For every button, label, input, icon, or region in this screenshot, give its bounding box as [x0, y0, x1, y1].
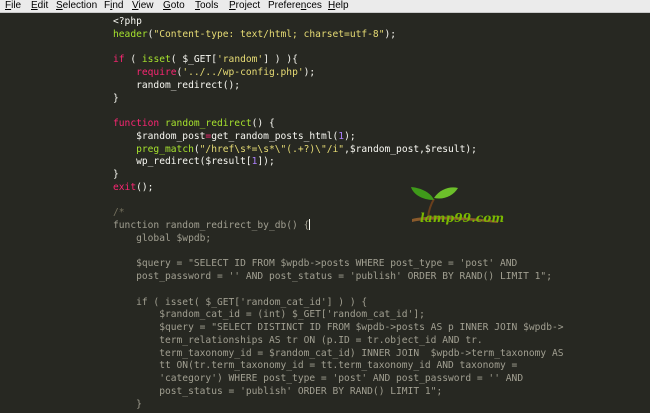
- code-token: ( $_GET[: [170, 54, 217, 66]
- code-token: );: [303, 67, 316, 78]
- code-line: <?php: [113, 15, 142, 28]
- code-token: isset: [141, 54, 171, 66]
- code-line: /*: [113, 206, 125, 219]
- code-token: 'random': [217, 54, 264, 66]
- code-token: term_relationships AS tr ON (p.ID = tr.o…: [113, 334, 483, 346]
- code-token: exit: [113, 181, 137, 193]
- code-token: () {: [251, 118, 275, 129]
- menu-help[interactable]: Help: [328, 0, 349, 12]
- menu-preferences[interactable]: Preferences: [268, 0, 322, 12]
- code-line: global $wpdb;: [113, 232, 211, 245]
- code-token: if ( isset( $_GET['random_cat_id'] ) ) {: [113, 296, 368, 308]
- code-token: post_status = 'publish' ORDER BY RAND() …: [113, 385, 443, 397]
- code-token: post_password = '' AND post_status = 'pu…: [113, 271, 552, 282]
- code-token: $query = "SELECT ID FROM $wpdb->posts WH…: [113, 258, 518, 270]
- menu-goto[interactable]: Goto: [163, 0, 185, 12]
- code-line: exit();: [113, 181, 153, 194]
- code-token: preg_match: [136, 143, 194, 155]
- code-token: );: [344, 130, 356, 142]
- code-token: if: [113, 54, 125, 66]
- code-line: $random_cat_id = (int) $_GET['random_cat…: [113, 308, 425, 321]
- code-token: ]);: [257, 156, 275, 168]
- code-token: get_random_posts_html(: [211, 130, 339, 142]
- menu-project[interactable]: Project: [229, 0, 260, 12]
- lamp99-watermark-logo: lamp99.com: [398, 185, 518, 241]
- text-cursor: [309, 219, 311, 230]
- code-token: tt ON(tr.term_taxonomy_id = tt.term_taxo…: [113, 360, 518, 372]
- code-token: global $wpdb;: [113, 232, 212, 244]
- code-token: function random_redirect_by_db() {: [113, 220, 310, 231]
- code-token: random_redirect: [165, 118, 252, 129]
- code-token: "Content-type: text/html; charset=utf-8": [153, 28, 385, 40]
- code-token: 'category') WHERE post_type = 'post' AND…: [113, 373, 524, 384]
- code-token: }: [113, 398, 142, 410]
- code-line: post_password = '' AND post_status = 'pu…: [113, 270, 552, 283]
- code-line: $random_post=get_random_posts_html(1);: [113, 130, 356, 143]
- menu-find[interactable]: Find: [104, 0, 123, 12]
- code-line: $query = "SELECT ID FROM $wpdb->posts WH…: [113, 257, 517, 270]
- code-line: header("Content-type: text/html; charset…: [113, 28, 396, 41]
- code-editor[interactable]: <?php header("Content-type: text/html; ch…: [0, 13, 650, 413]
- code-token: header: [113, 28, 148, 40]
- menu-selection[interactable]: Selection: [56, 0, 97, 12]
- code-token: ] ) ){: [263, 54, 298, 66]
- code-line: 'category') WHERE post_type = 'post' AND…: [113, 372, 523, 385]
- code-line: if ( isset( $_GET['random_cat_id'] ) ) {: [113, 296, 367, 309]
- code-token: require: [136, 67, 177, 78]
- code-token: }: [113, 169, 119, 180]
- code-line: post_status = 'publish' ORDER BY RAND() …: [113, 385, 442, 398]
- code-line: require('../../wp-config.php');: [113, 66, 315, 79]
- code-token: $random_post: [113, 130, 206, 142]
- code-line: }: [113, 398, 142, 411]
- code-line: function random_redirect() {: [113, 117, 275, 130]
- code-token: );: [384, 28, 397, 40]
- code-token: '../../wp-config.php': [182, 67, 304, 78]
- code-line: }: [113, 168, 119, 181]
- menu-edit[interactable]: Edit: [31, 0, 48, 12]
- code-token: function: [113, 118, 160, 129]
- code-token: $query = "SELECT DISTINCT ID FROM $wpdb-…: [113, 322, 564, 333]
- code-line: preg_match("/href\s*=\s*\"(.+?)\"/i",$ra…: [113, 143, 477, 156]
- code-line: if ( isset( $_GET['random'] ) ){: [113, 53, 298, 66]
- menu-view[interactable]: View: [132, 0, 154, 12]
- code-line: tt ON(tr.term_taxonomy_id = tt.term_taxo…: [113, 359, 517, 372]
- code-token: $random_cat_id = (int) $_GET['random_cat…: [113, 309, 425, 321]
- menu-bar: File Edit Selection Find View Goto Tools Projec…: [0, 0, 650, 13]
- code-token: <?php: [113, 16, 142, 27]
- code-token: "/href\s*=\s*\"(.+?)\"/i": [199, 143, 345, 155]
- code-line: function random_redirect_by_db() {: [113, 219, 311, 232]
- code-token: ,$random_post,$result);: [344, 143, 477, 155]
- code-token: random_redirect();: [113, 79, 241, 91]
- code-token: wp_redirect($result[: [113, 156, 252, 168]
- code-line: term_relationships AS tr ON (p.ID = tr.o…: [113, 334, 483, 347]
- code-line: random_redirect();: [113, 79, 240, 92]
- menu-file[interactable]: File: [5, 0, 21, 12]
- code-token: ();: [136, 181, 154, 193]
- code-token: (: [124, 54, 142, 66]
- code-line: }: [113, 92, 119, 105]
- code-line: term_taxonomy_id = $random_cat_id) INNER…: [113, 347, 564, 360]
- code-token: /*: [113, 207, 125, 219]
- menu-tools[interactable]: Tools: [195, 0, 218, 12]
- code-line: $query = "SELECT DISTINCT ID FROM $wpdb-…: [113, 321, 564, 334]
- code-token: term_taxonomy_id = $random_cat_id) INNER…: [113, 347, 564, 359]
- code-token: }: [113, 92, 119, 104]
- code-line: wp_redirect($result[1]);: [113, 155, 275, 168]
- watermark-text: lamp99.com: [420, 211, 505, 225]
